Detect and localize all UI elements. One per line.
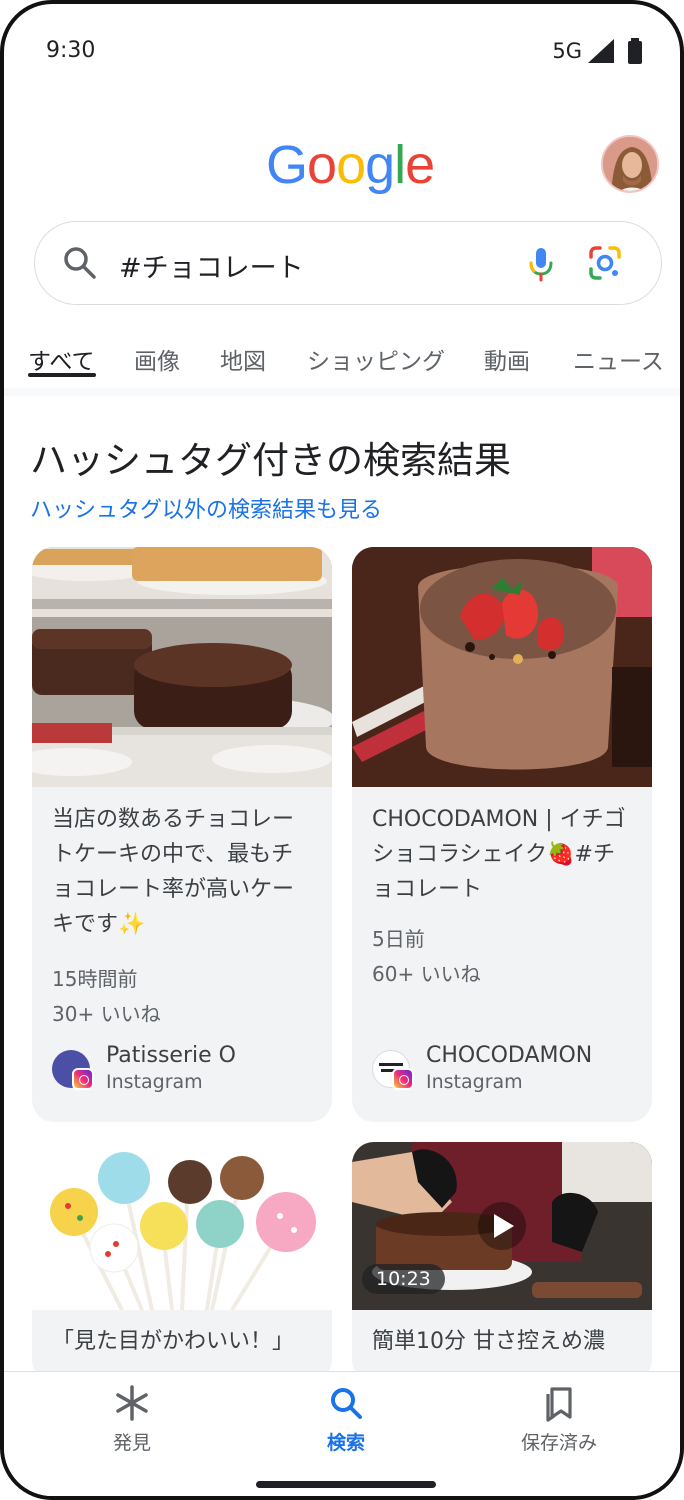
post-likes: 30+ いいね	[52, 1002, 161, 1026]
see-other-results-link[interactable]: ハッシュタグ以外の検索結果も見る	[30, 492, 382, 524]
search-query[interactable]: #チョコレート	[119, 246, 304, 285]
nav-label: 検索	[326, 1432, 365, 1454]
source-platform: Instagram	[426, 1071, 523, 1093]
google-lens-icon[interactable]	[585, 243, 625, 283]
logo-letter: l	[394, 135, 406, 195]
network-type: 5G	[552, 39, 582, 63]
search-icon	[64, 247, 96, 279]
chocolate-shake-image	[352, 547, 652, 787]
tab-maps[interactable]: 地図	[220, 342, 266, 376]
account-avatar[interactable]	[601, 135, 659, 193]
logo-letter: G	[266, 135, 308, 195]
search-icon	[331, 1388, 362, 1419]
result-card[interactable]: 10:23 簡単10分 甘さ控えめ濃	[352, 1142, 652, 1382]
post-text: CHOCODAMON | イチゴショコラシェイク🍓#チョコレート	[372, 807, 626, 902]
post-text: 「見た目がかわいい！」	[52, 1329, 295, 1354]
nav-search[interactable]: 検索	[276, 1384, 416, 1455]
avatar-image	[603, 137, 657, 191]
search-tabs: すべて 画像 地図 ショッピング 動画 ニュース	[4, 334, 680, 390]
tab-shopping[interactable]: ショッピング	[307, 342, 445, 376]
video-duration-badge: 10:23	[362, 1264, 445, 1294]
post-text: 簡単10分 甘さ控えめ濃	[372, 1329, 605, 1354]
result-card[interactable]: 「見た目がかわいい！」	[32, 1142, 332, 1382]
logo-letter: o	[336, 135, 366, 195]
nav-discover[interactable]: 発見	[62, 1384, 202, 1455]
active-tab-indicator	[28, 373, 96, 377]
instagram-icon	[392, 1068, 414, 1090]
search-bar[interactable]: #チョコレート	[34, 221, 662, 305]
tab-videos[interactable]: 動画	[484, 342, 530, 376]
microphone-icon[interactable]	[521, 244, 561, 284]
home-indicator[interactable]	[256, 1481, 436, 1488]
instagram-icon	[72, 1068, 94, 1090]
result-card[interactable]: 当店の数あるチョコレートケーキの中で、最もチョコレート率が高いケーキです✨ 15…	[32, 547, 332, 1122]
logo-letter: e	[405, 135, 435, 195]
tab-all[interactable]: すべて	[28, 342, 94, 376]
status-bar: 9:30 5G	[4, 4, 680, 100]
post-time: 5日前	[372, 927, 425, 951]
post-text: 当店の数あるチョコレートケーキの中で、最もチョコレート率が高いケーキです✨	[52, 807, 295, 937]
source-platform: Instagram	[106, 1071, 203, 1093]
battery-icon	[628, 38, 642, 64]
phone-frame: 9:30 5G Google #チョコレート すべて 画像 地図 ショッピング …	[0, 0, 684, 1500]
tab-news[interactable]: ニュース	[573, 342, 664, 376]
logo-letter: g	[365, 135, 395, 195]
tab-images[interactable]: 画像	[134, 342, 180, 376]
nav-saved[interactable]: 保存済み	[489, 1384, 629, 1455]
logo-letter: o	[307, 135, 337, 195]
results-title: ハッシュタグ付きの検索結果	[30, 439, 511, 482]
nav-label: 発見	[112, 1432, 151, 1454]
cake-pops-image	[32, 1142, 332, 1310]
status-icons: 5G	[552, 38, 642, 64]
status-time: 9:30	[46, 38, 96, 63]
asterisk-icon	[116, 1385, 148, 1421]
tabs-divider	[4, 388, 680, 396]
result-card[interactable]: CHOCODAMON | イチゴショコラシェイク🍓#チョコレート 5日前 60+…	[352, 547, 652, 1122]
chocolate-cake-image	[32, 547, 332, 787]
google-logo: Google	[266, 134, 435, 196]
bookmarks-icon	[546, 1387, 572, 1422]
source-name: Patisserie O	[106, 1043, 236, 1068]
signal-icon	[588, 39, 614, 63]
post-time: 15時間前	[52, 967, 138, 991]
source-name: CHOCODAMON	[426, 1043, 593, 1068]
post-likes: 60+ いいね	[372, 962, 481, 986]
nav-label: 保存済み	[520, 1432, 597, 1454]
